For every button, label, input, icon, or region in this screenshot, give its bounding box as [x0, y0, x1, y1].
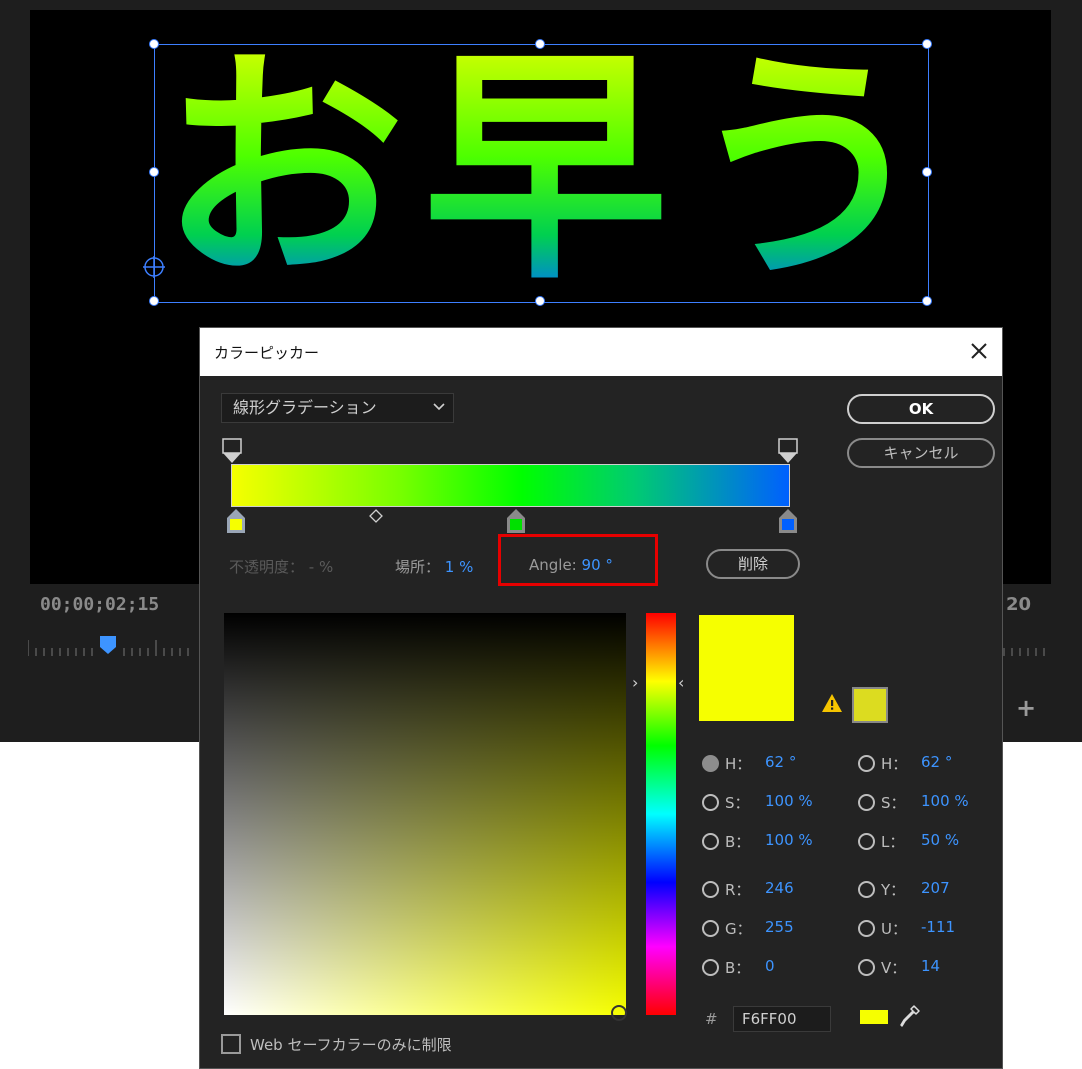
radio-rgb-r[interactable]: [702, 881, 719, 898]
yuv-v-value[interactable]: 14: [921, 957, 940, 975]
radio-hsb-s[interactable]: [702, 794, 719, 811]
yuv-v-label: V：: [881, 959, 907, 977]
radio-hsl-l[interactable]: [858, 833, 875, 850]
radio-hsl-h[interactable]: [858, 755, 875, 772]
duration-timecode: 20: [1006, 594, 1032, 615]
close-icon[interactable]: [966, 338, 992, 364]
radio-yuv-u[interactable]: [858, 920, 875, 937]
out-of-gamut-warning-icon[interactable]: [821, 693, 843, 713]
hue-slider-arrow-right-icon: ‹: [678, 673, 685, 692]
opacity-stop-left[interactable]: [222, 438, 242, 464]
radio-hsb-b[interactable]: [702, 833, 719, 850]
new-color-swatch: [699, 615, 794, 721]
playhead-timecode[interactable]: 00;00;02;15: [40, 594, 159, 615]
hex-hash-label: #: [705, 1010, 718, 1028]
resize-handle-bottom-center[interactable]: [535, 296, 545, 306]
rgb-b-value[interactable]: 0: [765, 957, 775, 975]
yuv-u-value[interactable]: -111: [921, 918, 955, 936]
midpoint-diamond[interactable]: [369, 509, 383, 523]
delete-stop-button[interactable]: 削除: [706, 549, 800, 579]
web-safe-label[interactable]: Web セーフカラーのみに制限: [250, 1034, 452, 1055]
opacity-readout: 不透明度： - %: [229, 556, 333, 577]
hsl-l-value[interactable]: 50 %: [921, 831, 959, 849]
timeline-ruler-right: [1003, 648, 1045, 656]
eyedropper-icon[interactable]: [899, 1004, 921, 1028]
resize-handle-middle-right[interactable]: [922, 167, 932, 177]
resize-handle-bottom-right[interactable]: [922, 296, 932, 306]
color-field-cursor[interactable]: [611, 1005, 627, 1021]
opacity-stop-right[interactable]: [778, 438, 798, 464]
color-stop-green[interactable]: [506, 508, 526, 534]
playhead-marker[interactable]: [100, 636, 116, 654]
hsb-s-label: S：: [725, 794, 750, 812]
hsb-h-value[interactable]: 62 °: [765, 753, 796, 771]
opacity-value: - %: [308, 558, 334, 576]
yuv-y-label: Y：: [881, 881, 906, 899]
hex-input[interactable]: F6FF00: [733, 1006, 831, 1032]
resize-handle-middle-left[interactable]: [149, 167, 159, 177]
rgb-b-label: B：: [725, 959, 751, 977]
hsb-s-value[interactable]: 100 %: [765, 792, 813, 810]
location-readout: 場所： 1 %: [395, 556, 473, 577]
dialog-title: カラーピッカー: [214, 344, 320, 362]
yuv-y-value[interactable]: 207: [921, 879, 950, 897]
radio-hsl-s[interactable]: [858, 794, 875, 811]
add-button[interactable]: +: [1016, 694, 1036, 722]
color-field-gradient: [224, 613, 626, 1015]
saturation-brightness-field[interactable]: [224, 613, 626, 1015]
rgb-r-value[interactable]: 246: [765, 879, 794, 897]
hsb-h-label: H：: [725, 755, 752, 773]
hsb-b-value[interactable]: 100 %: [765, 831, 813, 849]
rgb-r-label: R：: [725, 881, 751, 899]
dialog-titlebar[interactable]: カラーピッカー: [200, 328, 1002, 376]
color-picker-dialog: カラーピッカー 線形グラデーション OK キャンセル 不透明度： - % 場所：…: [199, 327, 1003, 1069]
hue-slider[interactable]: [646, 613, 676, 1015]
resize-handle-top-right[interactable]: [922, 39, 932, 49]
web-safe-checkbox[interactable]: [221, 1034, 241, 1054]
cancel-button[interactable]: キャンセル: [847, 438, 995, 468]
resize-handle-top-center[interactable]: [535, 39, 545, 49]
radio-yuv-y[interactable]: [858, 881, 875, 898]
resize-handle-bottom-left[interactable]: [149, 296, 159, 306]
anchor-point-icon[interactable]: [143, 256, 165, 278]
rgb-g-value[interactable]: 255: [765, 918, 794, 936]
location-value[interactable]: 1 %: [445, 558, 474, 576]
yuv-u-label: U：: [881, 920, 907, 938]
gradient-type-value: 線形グラデーション: [233, 398, 377, 417]
text-bounding-box[interactable]: [154, 44, 929, 303]
hsl-l-label: L：: [881, 833, 905, 851]
hsl-h-label: H：: [881, 755, 908, 773]
hsl-s-value[interactable]: 100 %: [921, 792, 969, 810]
gradient-bar[interactable]: [231, 464, 790, 507]
chevron-down-icon: [433, 403, 445, 411]
gamut-corrected-swatch[interactable]: [852, 687, 888, 723]
color-stop-yellow[interactable]: [226, 508, 246, 534]
ok-button[interactable]: OK: [847, 394, 995, 424]
angle-highlight-box: [498, 534, 658, 586]
gradient-type-dropdown[interactable]: 線形グラデーション: [221, 393, 454, 423]
hsl-s-label: S：: [881, 794, 906, 812]
hue-slider-arrow-left-icon: ›: [632, 673, 639, 692]
radio-rgb-g[interactable]: [702, 920, 719, 937]
resize-handle-top-left[interactable]: [149, 39, 159, 49]
radio-yuv-v[interactable]: [858, 959, 875, 976]
color-stop-blue[interactable]: [778, 508, 798, 534]
hsl-h-value[interactable]: 62 °: [921, 753, 952, 771]
radio-hsb-h[interactable]: [702, 755, 719, 772]
rgb-g-label: G：: [725, 920, 752, 938]
hex-color-swatch: [860, 1010, 888, 1024]
opacity-label: 不透明度：: [229, 558, 305, 576]
location-label: 場所：: [395, 558, 441, 576]
radio-rgb-b[interactable]: [702, 959, 719, 976]
hsb-b-label: B：: [725, 833, 751, 851]
